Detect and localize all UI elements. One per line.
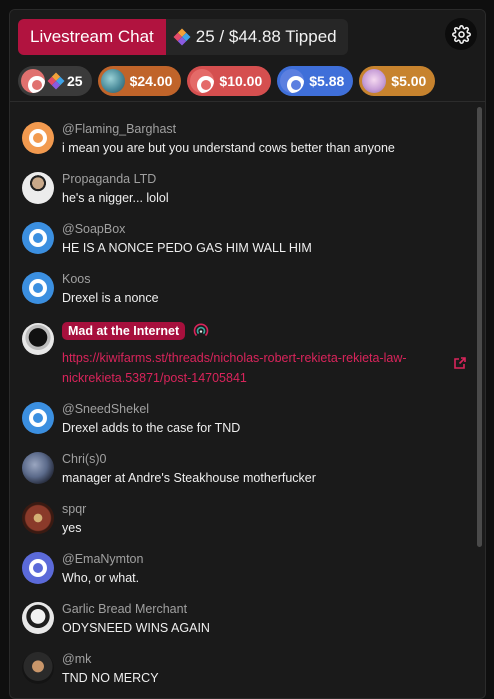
scrollbar[interactable] <box>477 107 482 547</box>
chat-message: Chri(s)0 manager at Andre's Steakhouse m… <box>22 451 471 487</box>
top-tippers: 25 $24.00 $10.00 $5.88 $5.00 <box>18 66 436 96</box>
chat-message: Koos Drexel is a nonce <box>22 271 471 307</box>
chat-message: @Flaming_Barghast i mean you are but you… <box>22 121 471 157</box>
avatar[interactable] <box>22 602 54 634</box>
avatar[interactable] <box>22 552 54 584</box>
avatar[interactable] <box>22 172 54 204</box>
tipper-amount: $24.00 <box>129 73 173 89</box>
message-text: Drexel adds to the case for TND <box>62 421 241 435</box>
avatar[interactable] <box>22 122 54 154</box>
gem-icon <box>47 72 65 90</box>
tipper-chip[interactable]: $5.00 <box>359 66 436 96</box>
message-text: yes <box>62 521 82 535</box>
avatar[interactable] <box>22 402 54 434</box>
username-badge[interactable]: Mad at the Internet <box>62 322 186 340</box>
username[interactable]: Propaganda LTD <box>62 171 471 187</box>
chat-message: spqr yes <box>22 501 471 537</box>
message-text: he's a nigger... lolol <box>62 191 169 205</box>
tipper-amount: $5.88 <box>309 73 345 89</box>
username[interactable]: @Flaming_Barghast <box>62 121 471 137</box>
chat-message: Mad at the Internet https://kiwifarms.st… <box>22 322 471 388</box>
external-link-icon[interactable] <box>453 356 467 370</box>
username[interactable]: @SneedShekel <box>62 401 471 417</box>
username[interactable]: Chri(s)0 <box>62 451 471 467</box>
username[interactable]: @SoapBox <box>62 221 471 237</box>
tipper-amount: 25 <box>67 73 83 89</box>
broadcast-icon <box>193 323 209 337</box>
message-link[interactable]: https://kiwifarms.st/threads/nicholas-ro… <box>62 348 442 388</box>
avatar <box>362 69 387 93</box>
message-text: ODYSNEED WINS AGAIN <box>62 621 210 635</box>
chat-message: @mk TND NO MERCY <box>22 651 471 687</box>
avatar[interactable] <box>22 452 54 484</box>
settings-button[interactable] <box>445 18 477 50</box>
avatar[interactable] <box>22 272 54 304</box>
username[interactable]: @EmaNymton <box>62 551 471 567</box>
chat-message: @SoapBox HE IS A NONCE PEDO GAS HIM WALL… <box>22 221 471 257</box>
username[interactable]: Koos <box>62 271 471 287</box>
avatar <box>280 69 305 93</box>
tipper-chip[interactable]: $5.88 <box>277 66 354 96</box>
tipper-chip[interactable]: $24.00 <box>97 66 182 96</box>
avatar <box>100 69 125 93</box>
message-text: TND NO MERCY <box>62 671 159 685</box>
avatar[interactable] <box>22 222 54 254</box>
chat-messages[interactable]: @Flaming_Barghast i mean you are but you… <box>10 102 485 698</box>
gem-icon <box>173 28 191 46</box>
tipper-chip[interactable]: 25 <box>18 66 92 96</box>
chat-title[interactable]: Livestream Chat <box>18 19 166 55</box>
message-text: Who, or what. <box>62 571 140 585</box>
username[interactable]: @mk <box>62 651 471 667</box>
avatar <box>190 69 215 93</box>
username[interactable]: Garlic Bread Merchant <box>62 601 471 617</box>
message-text: manager at Andre's Steakhouse motherfuck… <box>62 471 316 485</box>
chat-header: Livestream Chat 25 / $44.88 Tipped 25 $2… <box>10 10 485 102</box>
avatar[interactable] <box>22 652 54 684</box>
chat-title-pill: Livestream Chat 25 / $44.88 Tipped <box>18 19 348 55</box>
avatar <box>21 69 45 93</box>
message-text: i mean you are but you understand cows b… <box>62 141 395 155</box>
tipper-amount: $10.00 <box>219 73 263 89</box>
tip-summary[interactable]: 25 / $44.88 Tipped <box>165 19 348 55</box>
chat-message: @EmaNymton Who, or what. <box>22 551 471 587</box>
avatar[interactable] <box>22 323 54 355</box>
chat-message: Propaganda LTD he's a nigger... lolol <box>22 171 471 207</box>
chat-message: Garlic Bread Merchant ODYSNEED WINS AGAI… <box>22 601 471 637</box>
chat-message: @SneedShekel Drexel adds to the case for… <box>22 401 471 437</box>
message-text: Drexel is a nonce <box>62 291 159 305</box>
username[interactable]: spqr <box>62 501 471 517</box>
gear-icon <box>451 24 471 44</box>
message-text: HE IS A NONCE PEDO GAS HIM WALL HIM <box>62 241 312 255</box>
avatar[interactable] <box>22 502 54 534</box>
tip-summary-text: 25 / $44.88 Tipped <box>195 27 337 46</box>
livestream-chat-panel: Livestream Chat 25 / $44.88 Tipped 25 $2… <box>9 9 486 699</box>
tipper-chip[interactable]: $10.00 <box>187 66 272 96</box>
tipper-amount: $5.00 <box>391 73 427 89</box>
